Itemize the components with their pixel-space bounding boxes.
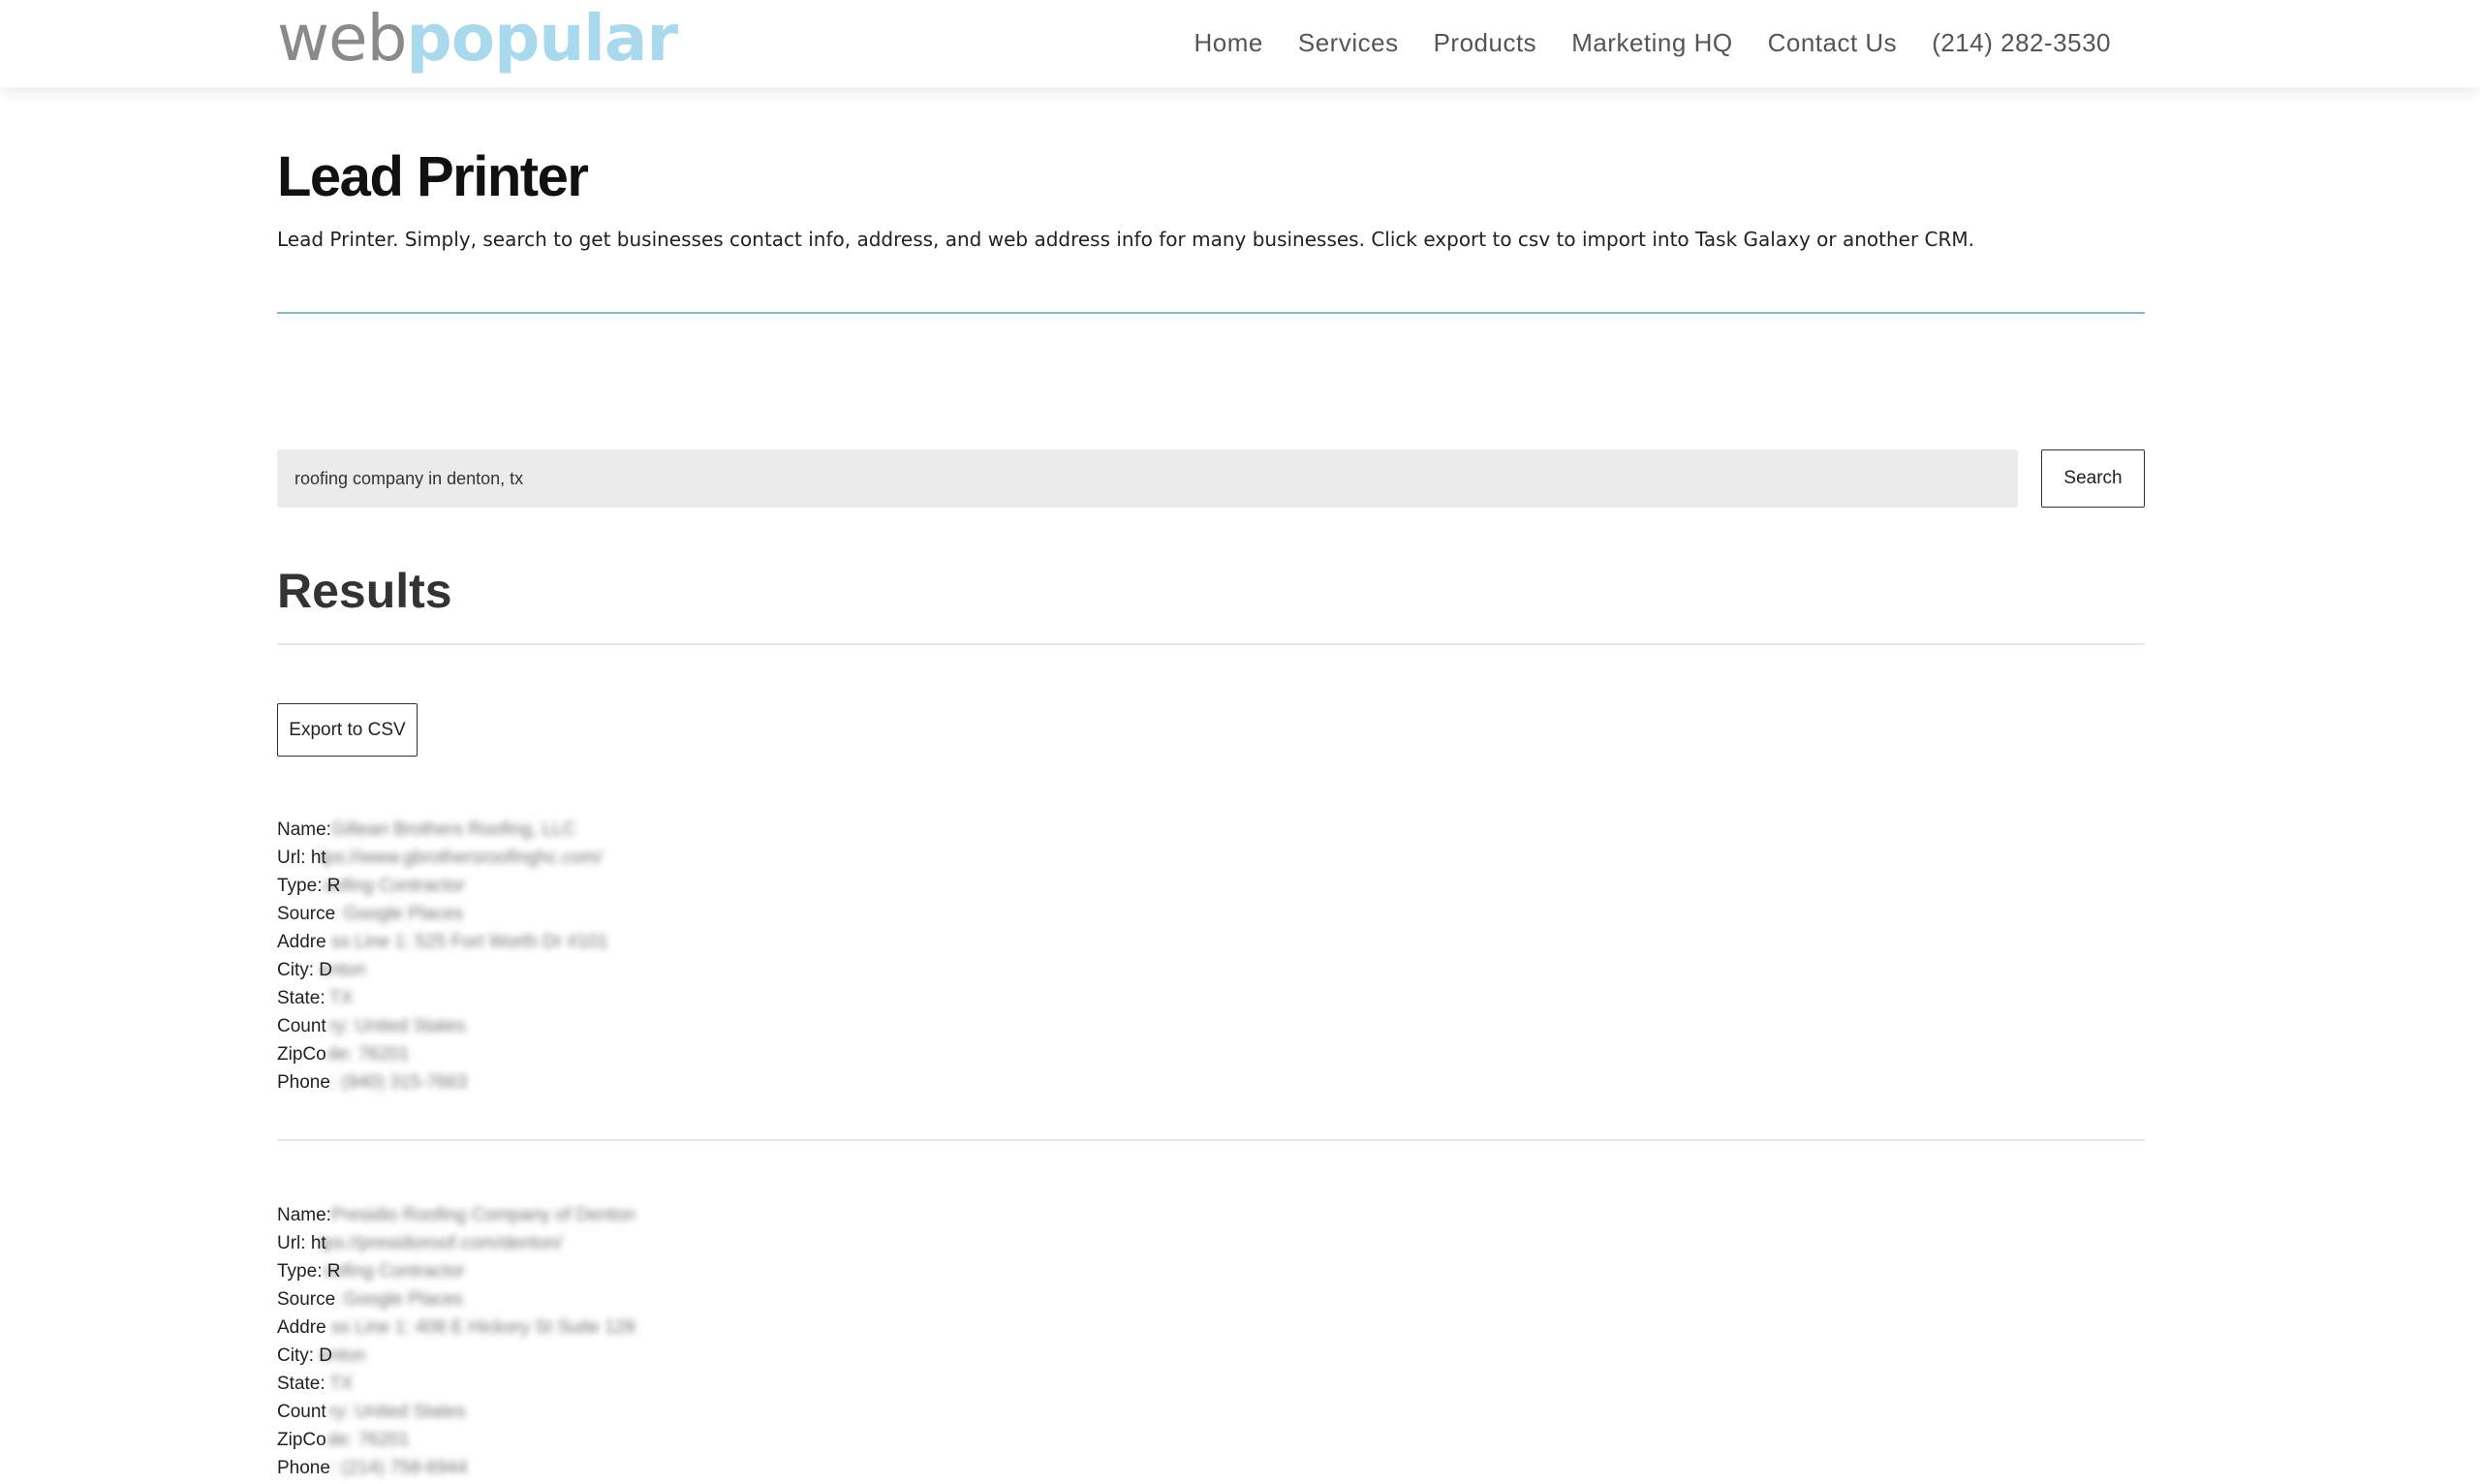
field-value: de: 76201 bbox=[327, 1430, 410, 1450]
nav-services[interactable]: Services bbox=[1281, 21, 1416, 64]
nav-home[interactable]: Home bbox=[1177, 21, 1281, 64]
record-zipcode: ZipCo de: 76201 bbox=[277, 1426, 2145, 1454]
search-button[interactable]: Search bbox=[2041, 449, 2145, 508]
field-label: Phone bbox=[277, 1072, 330, 1093]
record-divider bbox=[277, 1139, 2145, 1141]
record-city: City: Denton bbox=[277, 1342, 2145, 1370]
record-address: Addre ss Line 1: 408 E Hickory St Suite 1… bbox=[277, 1314, 2145, 1342]
page-title: Lead Printer bbox=[277, 145, 589, 208]
field-label: Phone bbox=[277, 1458, 330, 1478]
site-header: webpopular Home Services Products Market… bbox=[0, 0, 2480, 87]
field-value: TX bbox=[329, 988, 354, 1008]
field-label: Addre bbox=[277, 1317, 326, 1338]
field-label: Name: bbox=[277, 819, 331, 840]
logo-text-popular: popular bbox=[406, 1, 678, 76]
record-source: Source: Google Places bbox=[277, 1285, 2145, 1314]
field-label: Count bbox=[277, 1016, 326, 1036]
field-label: Addre bbox=[277, 932, 326, 952]
logo-text-web: web bbox=[277, 1, 407, 76]
field-label: City: D bbox=[277, 1345, 332, 1366]
page-description: Lead Printer. Simply, search to get busi… bbox=[277, 228, 1974, 251]
nav-phone-link[interactable]: (214) 282-3530 bbox=[1914, 21, 2128, 64]
record-type: Type: Roofing Contractor bbox=[277, 1257, 2145, 1285]
nav-marketing-hq[interactable]: Marketing HQ bbox=[1554, 21, 1750, 64]
record-phone: Phone: (940) 315-7663 bbox=[277, 1068, 2145, 1097]
record-zipcode: ZipCo de: 76201 bbox=[277, 1040, 2145, 1068]
record-country: Count ry: United States bbox=[277, 1398, 2145, 1426]
results-divider bbox=[277, 643, 2145, 645]
record-name: Name: Gillean Brothers Roofing, LLC bbox=[277, 816, 2145, 844]
record-phone: Phone: (214) 758-6944 bbox=[277, 1454, 2145, 1482]
field-value: ss Line 1: 525 Fort Worth Dr #101 bbox=[331, 932, 608, 952]
record-name: Name: Presidio Roofing Company of Denton bbox=[277, 1201, 2145, 1229]
title-divider bbox=[277, 312, 2145, 314]
field-label: ZipCo bbox=[277, 1044, 326, 1065]
field-value: de: 76201 bbox=[327, 1044, 410, 1065]
field-value: TX bbox=[329, 1374, 354, 1394]
field-value: : Google Places bbox=[333, 1289, 464, 1310]
field-label: City: D bbox=[277, 960, 332, 980]
field-value: ry: United States bbox=[329, 1016, 466, 1036]
field-label: Url: ht bbox=[277, 1233, 326, 1253]
export-csv-button[interactable]: Export to CSV bbox=[277, 703, 418, 757]
results-heading: Results bbox=[277, 564, 452, 618]
record-url: Url: ht tps://www.gbrothersroofinghc.com/ bbox=[277, 844, 2145, 872]
field-value: tps://www.gbrothersroofinghc.com/ bbox=[320, 848, 603, 868]
record-state: State: TX bbox=[277, 984, 2145, 1012]
search-input[interactable] bbox=[277, 449, 2018, 508]
field-value: oofing Contractor bbox=[324, 1261, 465, 1282]
field-value: : (940) 315-7663 bbox=[331, 1072, 468, 1093]
field-value: : (214) 758-6944 bbox=[331, 1458, 468, 1478]
field-value: Presidio Roofing Company of Denton bbox=[331, 1205, 636, 1225]
field-label: ZipCo bbox=[277, 1430, 326, 1450]
field-label: Url: ht bbox=[277, 848, 326, 868]
site-logo[interactable]: webpopular bbox=[277, 0, 678, 77]
field-label: Source bbox=[277, 1289, 336, 1310]
record-country: Count ry: United States bbox=[277, 1012, 2145, 1040]
field-label: Count bbox=[277, 1402, 326, 1422]
field-value: tps://presidioroof.com/denton/ bbox=[320, 1233, 563, 1253]
record-address: Addre ss Line 1: 525 Fort Worth Dr #101 bbox=[277, 928, 2145, 956]
result-record: Name: Gillean Brothers Roofing, LLC Url: … bbox=[277, 816, 2145, 1097]
field-label: Type: R bbox=[277, 876, 341, 896]
record-type: Type: Roofing Contractor bbox=[277, 872, 2145, 900]
result-record: Name: Presidio Roofing Company of Denton … bbox=[277, 1201, 2145, 1482]
field-label: Source bbox=[277, 904, 336, 924]
main-nav: Home Services Products Marketing HQ Cont… bbox=[1177, 21, 2128, 64]
record-source: Source: Google Places bbox=[277, 900, 2145, 928]
nav-contact-us[interactable]: Contact Us bbox=[1751, 21, 1915, 64]
record-state: State: TX bbox=[277, 1370, 2145, 1398]
nav-products[interactable]: Products bbox=[1416, 21, 1555, 64]
field-label: State: bbox=[277, 1374, 326, 1394]
field-value: : Google Places bbox=[333, 904, 464, 924]
record-city: City: Denton bbox=[277, 956, 2145, 984]
field-label: Name: bbox=[277, 1205, 331, 1225]
field-label: State: bbox=[277, 988, 326, 1008]
field-value: ss Line 1: 408 E Hickory St Suite 128 bbox=[331, 1317, 636, 1338]
field-label: Type: R bbox=[277, 1261, 341, 1282]
field-value: ry: United States bbox=[329, 1402, 466, 1422]
record-url: Url: ht tps://presidioroof.com/denton/ bbox=[277, 1229, 2145, 1257]
field-value: oofing Contractor bbox=[324, 876, 465, 896]
field-value: Gillean Brothers Roofing, LLC bbox=[331, 819, 576, 840]
